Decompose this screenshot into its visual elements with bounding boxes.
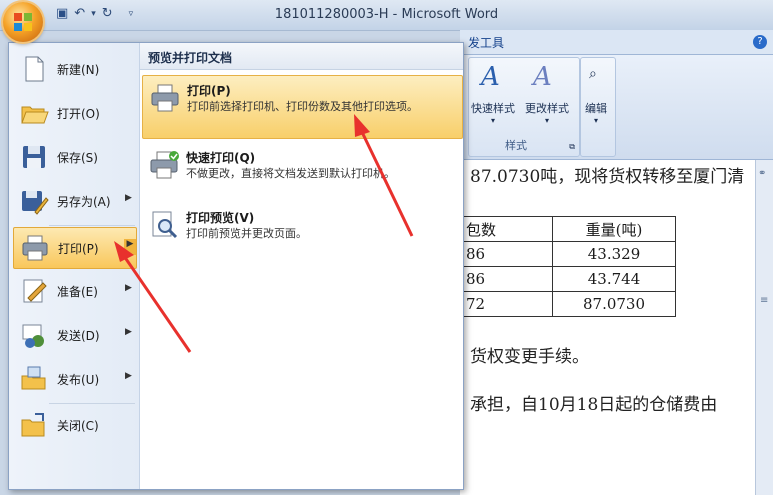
send-icon xyxy=(22,324,44,348)
office-menu: 新建(N) 打开(O) 保存(S) 另存为(A) ▶ 打印(P) ▶ 准备(E)… xyxy=(8,42,464,490)
save-disk-icon xyxy=(23,146,45,168)
table-cell: 86 xyxy=(460,241,553,267)
table-cell: 72 xyxy=(460,291,553,317)
submenu-item-title: 打印(P) xyxy=(187,84,231,98)
menu-item-label: 准备(E) xyxy=(57,285,98,299)
submenu-header: 预览并打印文档 xyxy=(140,43,463,70)
submenu-title: 预览并打印文档 xyxy=(148,51,233,65)
printer-icon xyxy=(151,84,179,112)
menu-item-label: 新建(N) xyxy=(57,63,100,77)
ribbon: A A 快速样式 更改样式 ▾ ▾ 样式 ⧉ ⌕ 编辑 ▾ xyxy=(460,55,773,160)
submenu-item-quick-print[interactable]: 快速打印(Q) 不做更改，直接将文档发送到默认打印机。 xyxy=(142,143,461,189)
menu-item-save-as[interactable]: 另存为(A) ▶ xyxy=(13,181,135,221)
publish-icon xyxy=(21,366,46,390)
doc-text-line: 货权变更手续。 xyxy=(470,347,589,367)
menu-item-label: 另存为(A) xyxy=(57,195,111,209)
binoculars-icon: ⌕ xyxy=(589,66,597,82)
submenu-arrow-icon: ▶ xyxy=(125,327,132,337)
dropdown-icon[interactable]: ▾ xyxy=(545,116,549,125)
dropdown-icon[interactable]: ▾ xyxy=(491,116,495,125)
split-icon[interactable]: ⚭ xyxy=(758,168,772,182)
menu-item-label: 保存(S) xyxy=(57,151,98,165)
vertical-scrollbar[interactable]: ⚭ ≡ xyxy=(755,160,773,495)
menu-item-close[interactable]: 关闭(C) xyxy=(13,405,135,445)
document-page[interactable]: 87.0730吨，现将货权转移至厦门清 包数 重量(吨) 86 43.329 8… xyxy=(460,160,755,495)
submenu-item-print-preview[interactable]: 打印预览(V) 打印前预览并更改页面。 xyxy=(142,203,461,249)
editing-group: ⌕ 编辑 ▾ xyxy=(580,57,616,157)
table-row: 包数 重量(吨) xyxy=(460,216,676,242)
submenu-item-description: 打印前预览并更改页面。 xyxy=(186,227,307,240)
table-cell: 包数 xyxy=(460,216,553,242)
quick-styles-button[interactable]: 快速样式 xyxy=(471,100,515,116)
menu-item-open[interactable]: 打开(O) xyxy=(13,93,135,133)
menu-item-label: 打开(O) xyxy=(57,107,100,121)
tab-developer[interactable]: 发工具 xyxy=(468,34,504,51)
change-styles-button[interactable]: 更改样式 xyxy=(525,100,569,116)
prepare-icon xyxy=(23,279,47,303)
table-cell: 43.329 xyxy=(552,241,676,267)
table-cell: 43.744 xyxy=(552,266,676,292)
dialog-launcher-icon[interactable]: ⧉ xyxy=(569,142,575,152)
menu-item-save[interactable]: 保存(S) xyxy=(13,137,135,177)
new-document-icon xyxy=(25,56,44,82)
submenu-item-title: 打印预览(V) xyxy=(186,211,255,225)
submenu-item-title: 快速打印(Q) xyxy=(186,151,256,165)
menu-item-new[interactable]: 新建(N) xyxy=(13,49,135,89)
submenu-arrow-icon: ▶ xyxy=(125,193,132,203)
doc-text-line: 87.0730吨，现将货权转移至厦门清 xyxy=(470,167,745,187)
menu-item-send[interactable]: 发送(D) ▶ xyxy=(13,315,135,355)
submenu-arrow-icon: ▶ xyxy=(125,371,132,381)
submenu-item-description: 打印前选择打印机、打印份数及其他打印选项。 xyxy=(187,100,418,113)
print-preview-icon xyxy=(152,211,178,239)
office-button[interactable] xyxy=(3,2,43,42)
doc-text-line: 承担，自10月18日起的仓储费由 xyxy=(470,395,718,415)
office-logo-icon xyxy=(14,13,32,31)
menu-divider xyxy=(49,225,135,226)
submenu-arrow-icon: ▶ xyxy=(125,283,132,293)
menu-item-publish[interactable]: 发布(U) ▶ xyxy=(13,359,135,399)
table-row: 72 87.0730 xyxy=(460,291,676,317)
table-cell: 重量(吨) xyxy=(552,216,676,242)
styles-group-label: 样式 xyxy=(505,139,527,152)
menu-item-label: 发送(D) xyxy=(57,329,100,343)
table-row: 86 43.329 xyxy=(460,241,676,267)
menu-item-print[interactable]: 打印(P) ▶ xyxy=(13,227,137,269)
styles-group: A A 快速样式 更改样式 ▾ ▾ 样式 ⧉ xyxy=(468,57,580,157)
menu-divider xyxy=(49,403,135,404)
submenu-arrow-icon: ▶ xyxy=(124,239,136,255)
print-submenu: 预览并打印文档 打印(P) 打印前选择打印机、打印份数及其他打印选项。 快速打印… xyxy=(140,43,463,489)
menu-item-label: 打印(P) xyxy=(58,242,99,256)
menu-item-label: 关闭(C) xyxy=(57,419,99,433)
title-bar: ▣ ↶ ▾ ↻ ▿ 181011280003-H - Microsoft Wor… xyxy=(0,0,773,31)
save-as-icon xyxy=(22,191,49,215)
window-title: 181011280003-H - Microsoft Word xyxy=(274,7,499,22)
help-icon[interactable]: ? xyxy=(753,35,767,49)
quick-print-icon xyxy=(150,151,179,179)
editing-button[interactable]: 编辑 xyxy=(585,100,607,116)
menu-item-label: 发布(U) xyxy=(57,373,100,387)
submenu-item-print[interactable]: 打印(P) 打印前选择打印机、打印份数及其他打印选项。 xyxy=(142,75,463,139)
printer-icon xyxy=(22,235,48,261)
dropdown-icon[interactable]: ▾ xyxy=(594,116,598,125)
quick-styles-icon: A xyxy=(481,62,500,92)
scroll-grip-icon[interactable]: ≡ xyxy=(760,295,770,306)
table-cell: 87.0730 xyxy=(552,291,676,317)
data-table: 包数 重量(吨) 86 43.329 86 43.744 72 87.0730 xyxy=(460,216,676,317)
menu-item-prepare[interactable]: 准备(E) ▶ xyxy=(13,271,135,311)
open-folder-icon xyxy=(21,106,49,124)
table-cell: 86 xyxy=(460,266,553,292)
change-styles-icon: A xyxy=(533,62,552,92)
table-row: 86 43.744 xyxy=(460,266,676,292)
submenu-item-description: 不做更改，直接将文档发送到默认打印机。 xyxy=(186,167,395,180)
office-menu-commands: 新建(N) 打开(O) 保存(S) 另存为(A) ▶ 打印(P) ▶ 准备(E)… xyxy=(9,43,140,489)
close-folder-icon xyxy=(21,413,45,437)
ribbon-tab-strip: 发工具 ? xyxy=(460,30,773,55)
